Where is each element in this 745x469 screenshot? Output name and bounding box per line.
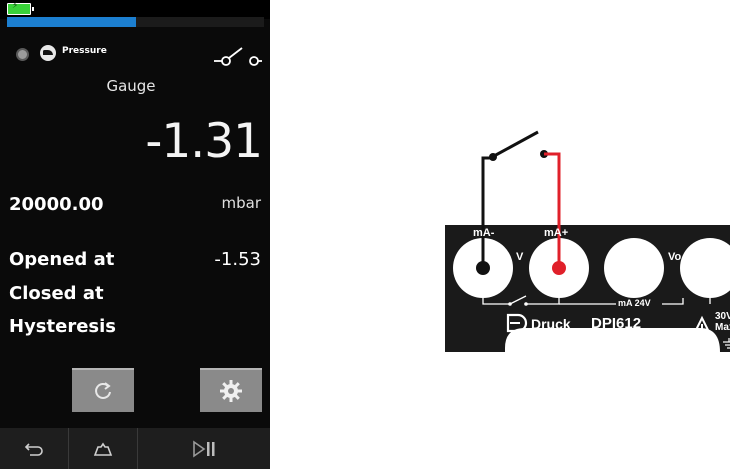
model-label: DPI612 (591, 315, 642, 332)
brand-label: Druck (531, 316, 571, 332)
home-button[interactable] (68, 428, 137, 469)
play-pause-icon (192, 439, 214, 458)
reset-button[interactable] (72, 368, 134, 412)
progress-fill (7, 17, 136, 27)
function-header: Pressure (0, 40, 270, 70)
device-screen: ⚡ Pressure Gauge -1.31 20000.00 mbar Ope… (0, 0, 270, 469)
record-icon[interactable] (16, 48, 29, 61)
home-icon (93, 442, 112, 456)
mode-label: Gauge (106, 77, 156, 95)
play-pause-button[interactable] (137, 428, 270, 469)
reset-icon (95, 382, 111, 399)
battery-icon: ⚡ (7, 1, 34, 15)
pressure-sensor-icon (40, 45, 56, 61)
label-ma-minus: mA- (473, 227, 495, 239)
label-vo: Vo (668, 251, 682, 263)
hysteresis-label: Hysteresis (9, 316, 117, 337)
range-value: 20000.00 (9, 194, 104, 215)
label-ma24v: mA 24V (618, 298, 651, 308)
closed-at-label: Closed at (9, 283, 104, 304)
max-voltage-label: 30V (715, 311, 733, 322)
wiring-diagram: mA- mA+ V Vo mA 24V Druck DPI612 30V Max (430, 110, 740, 360)
opened-at-label: Opened at (9, 249, 115, 270)
gear-icon (220, 380, 242, 402)
unit-label: mbar (221, 194, 262, 212)
max-label: Max (715, 322, 735, 333)
switch-blade (493, 130, 539, 158)
main-reading: -1.31 (145, 114, 263, 169)
terminal-v (604, 238, 664, 298)
switch-icon (214, 47, 262, 66)
back-button[interactable] (0, 428, 68, 469)
label-ma-plus: mA+ (544, 227, 569, 239)
label-v: V (516, 251, 524, 263)
opened-at-value: -1.53 (214, 249, 261, 270)
back-icon (24, 442, 43, 456)
pressure-label: Pressure (62, 46, 107, 56)
terminal-vo (680, 238, 740, 298)
settings-button[interactable] (200, 368, 262, 412)
progress-bar (7, 17, 264, 27)
